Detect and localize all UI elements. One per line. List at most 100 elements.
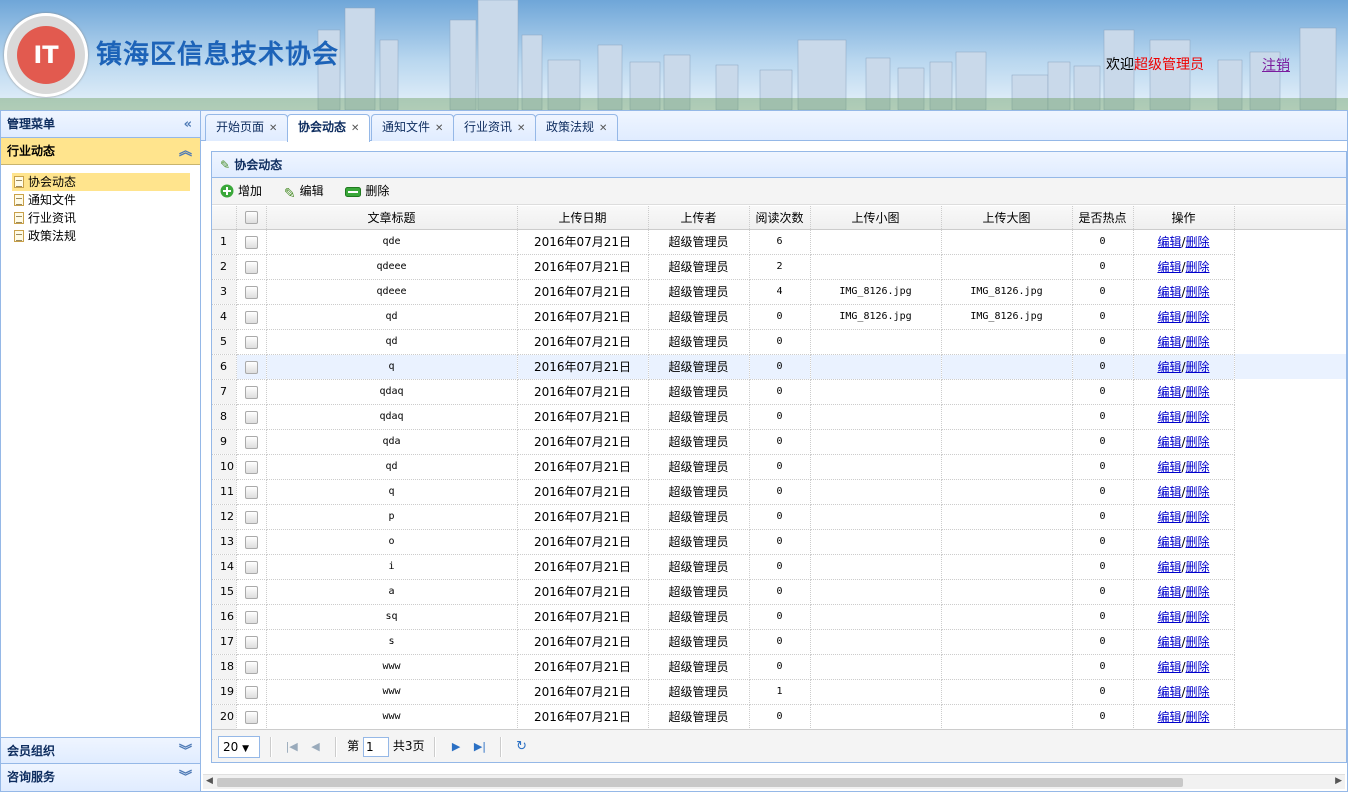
checkbox[interactable] xyxy=(244,685,258,699)
edit-link[interactable]: 编辑 xyxy=(1157,660,1181,674)
row-checkbox-cell[interactable] xyxy=(236,354,267,380)
table-row[interactable]: 1 qde 2016年07月21日 超级管理员 6 0 编辑/删除 xyxy=(212,229,1346,255)
column-header[interactable]: 是否热点 xyxy=(1072,206,1134,230)
page-size-select[interactable]: 20 ▼ xyxy=(218,735,260,758)
table-row[interactable]: 4 qd 2016年07月21日 超级管理员 0 IMG_8126.jpg IMG_8126… xyxy=(212,304,1346,330)
checkbox[interactable] xyxy=(244,460,258,474)
delete-link[interactable]: 删除 xyxy=(1186,710,1210,724)
checkbox[interactable] xyxy=(244,385,258,399)
edit-link[interactable]: 编辑 xyxy=(1157,685,1181,699)
close-icon[interactable]: ✕ xyxy=(435,123,443,134)
select-all-checkbox[interactable] xyxy=(236,206,267,230)
prev-page-icon[interactable]: ◀ xyxy=(305,731,325,763)
last-page-icon[interactable]: ▶| xyxy=(470,731,490,763)
row-checkbox-cell[interactable] xyxy=(236,654,267,680)
row-checkbox-cell[interactable] xyxy=(236,454,267,480)
table-row[interactable]: 19 www 2016年07月21日 超级管理员 1 0 编辑/删除 xyxy=(212,679,1346,705)
column-header[interactable]: 操作 xyxy=(1133,206,1235,230)
row-checkbox-cell[interactable] xyxy=(236,704,267,730)
close-icon[interactable]: ✕ xyxy=(269,123,277,134)
close-icon[interactable]: ✕ xyxy=(599,123,607,134)
category-header-consulting[interactable]: 咨询服务 ︾ xyxy=(1,764,200,791)
row-checkbox-cell[interactable] xyxy=(236,579,267,605)
delete-link[interactable]: 删除 xyxy=(1186,335,1210,349)
row-checkbox-cell[interactable] xyxy=(236,679,267,705)
row-checkbox-cell[interactable] xyxy=(236,279,267,305)
close-icon[interactable]: ✕ xyxy=(517,123,525,134)
delete-link[interactable]: 删除 xyxy=(1186,385,1210,399)
edit-link[interactable]: 编辑 xyxy=(1157,260,1181,274)
row-checkbox-cell[interactable] xyxy=(236,554,267,580)
checkbox[interactable] xyxy=(244,435,258,449)
edit-link[interactable]: 编辑 xyxy=(1157,435,1181,449)
row-checkbox-cell[interactable] xyxy=(236,229,267,255)
checkbox[interactable] xyxy=(244,535,258,549)
row-checkbox-cell[interactable] xyxy=(236,479,267,505)
category-header-active[interactable]: 行业动态 ︽ xyxy=(1,138,200,165)
sidebar-item-policies[interactable]: 政策法规 xyxy=(12,227,190,245)
delete-button[interactable]: 删除 xyxy=(345,178,389,205)
delete-link[interactable]: 删除 xyxy=(1186,610,1210,624)
first-page-icon[interactable]: |◀ xyxy=(282,731,302,763)
checkbox[interactable] xyxy=(244,560,258,574)
edit-link[interactable]: 编辑 xyxy=(1157,235,1181,249)
row-checkbox-cell[interactable] xyxy=(236,254,267,280)
edit-link[interactable]: 编辑 xyxy=(1157,635,1181,649)
row-checkbox-cell[interactable] xyxy=(236,379,267,405)
edit-link[interactable]: 编辑 xyxy=(1157,485,1181,499)
delete-link[interactable]: 删除 xyxy=(1186,310,1210,324)
checkbox[interactable] xyxy=(244,360,258,374)
table-row[interactable]: 16 sq 2016年07月21日 超级管理员 0 0 编辑/删除 xyxy=(212,604,1346,630)
tab-association-news[interactable]: 协会动态 ✕ xyxy=(287,114,371,142)
sidebar-item-association-news[interactable]: 协会动态 xyxy=(12,173,190,191)
collapse-left-icon[interactable]: « xyxy=(184,111,192,138)
column-header[interactable]: 上传小图 xyxy=(810,206,942,230)
table-row[interactable]: 17 s 2016年07月21日 超级管理员 0 0 编辑/删除 xyxy=(212,629,1346,655)
chevron-down-icon[interactable]: ︾ xyxy=(179,738,192,765)
edit-link[interactable]: 编辑 xyxy=(1157,410,1181,424)
scroll-right-icon[interactable]: ▶ xyxy=(1335,776,1342,786)
edit-link[interactable]: 编辑 xyxy=(1157,510,1181,524)
tab-industry-info[interactable]: 行业资讯 ✕ xyxy=(453,114,537,141)
close-icon[interactable]: ✕ xyxy=(351,123,359,134)
checkbox[interactable] xyxy=(244,660,258,674)
tab-notices[interactable]: 通知文件 ✕ xyxy=(371,114,455,141)
logout-link[interactable]: 注销 xyxy=(1262,55,1290,75)
sidebar-item-notices[interactable]: 通知文件 xyxy=(12,191,190,209)
checkbox[interactable] xyxy=(244,285,258,299)
row-checkbox-cell[interactable] xyxy=(236,529,267,555)
table-row[interactable]: 13 o 2016年07月21日 超级管理员 0 0 编辑/删除 xyxy=(212,529,1346,555)
row-checkbox-cell[interactable] xyxy=(236,629,267,655)
tab-policies[interactable]: 政策法规 ✕ xyxy=(535,114,619,141)
row-checkbox-cell[interactable] xyxy=(236,404,267,430)
checkbox[interactable] xyxy=(244,410,258,424)
delete-link[interactable]: 删除 xyxy=(1186,510,1210,524)
table-row[interactable]: 11 q 2016年07月21日 超级管理员 0 0 编辑/删除 xyxy=(212,479,1346,505)
edit-link[interactable]: 编辑 xyxy=(1157,560,1181,574)
category-header-members[interactable]: 会员组织 ︾ xyxy=(1,737,200,764)
edit-link[interactable]: 编辑 xyxy=(1157,710,1181,724)
scroll-left-icon[interactable]: ◀ xyxy=(206,776,213,786)
column-header[interactable]: 阅读次数 xyxy=(749,206,811,230)
column-header[interactable]: 上传日期 xyxy=(517,206,649,230)
row-checkbox-cell[interactable] xyxy=(236,504,267,530)
edit-link[interactable]: 编辑 xyxy=(1157,460,1181,474)
edit-button[interactable]: ✎ 编辑 xyxy=(284,178,324,208)
edit-link[interactable]: 编辑 xyxy=(1157,310,1181,324)
delete-link[interactable]: 删除 xyxy=(1186,660,1210,674)
edit-link[interactable]: 编辑 xyxy=(1157,335,1181,349)
checkbox[interactable] xyxy=(244,610,258,624)
edit-link[interactable]: 编辑 xyxy=(1157,610,1181,624)
delete-link[interactable]: 删除 xyxy=(1186,235,1210,249)
table-row[interactable]: 12 p 2016年07月21日 超级管理员 0 0 编辑/删除 xyxy=(212,504,1346,530)
delete-link[interactable]: 删除 xyxy=(1186,585,1210,599)
table-row[interactable]: 2 qdeee 2016年07月21日 超级管理员 2 0 编辑/删除 xyxy=(212,254,1346,280)
checkbox[interactable] xyxy=(244,710,258,724)
edit-link[interactable]: 编辑 xyxy=(1157,385,1181,399)
chevron-up-icon[interactable]: ︽ xyxy=(179,138,192,165)
table-row[interactable]: 5 qd 2016年07月21日 超级管理员 0 0 编辑/删除 xyxy=(212,329,1346,355)
row-checkbox-cell[interactable] xyxy=(236,429,267,455)
table-row[interactable]: 7 qdaq 2016年07月21日 超级管理员 0 0 编辑/删除 xyxy=(212,379,1346,405)
checkbox[interactable] xyxy=(244,335,258,349)
table-row[interactable]: 10 qd 2016年07月21日 超级管理员 0 0 编辑/删除 xyxy=(212,454,1346,480)
